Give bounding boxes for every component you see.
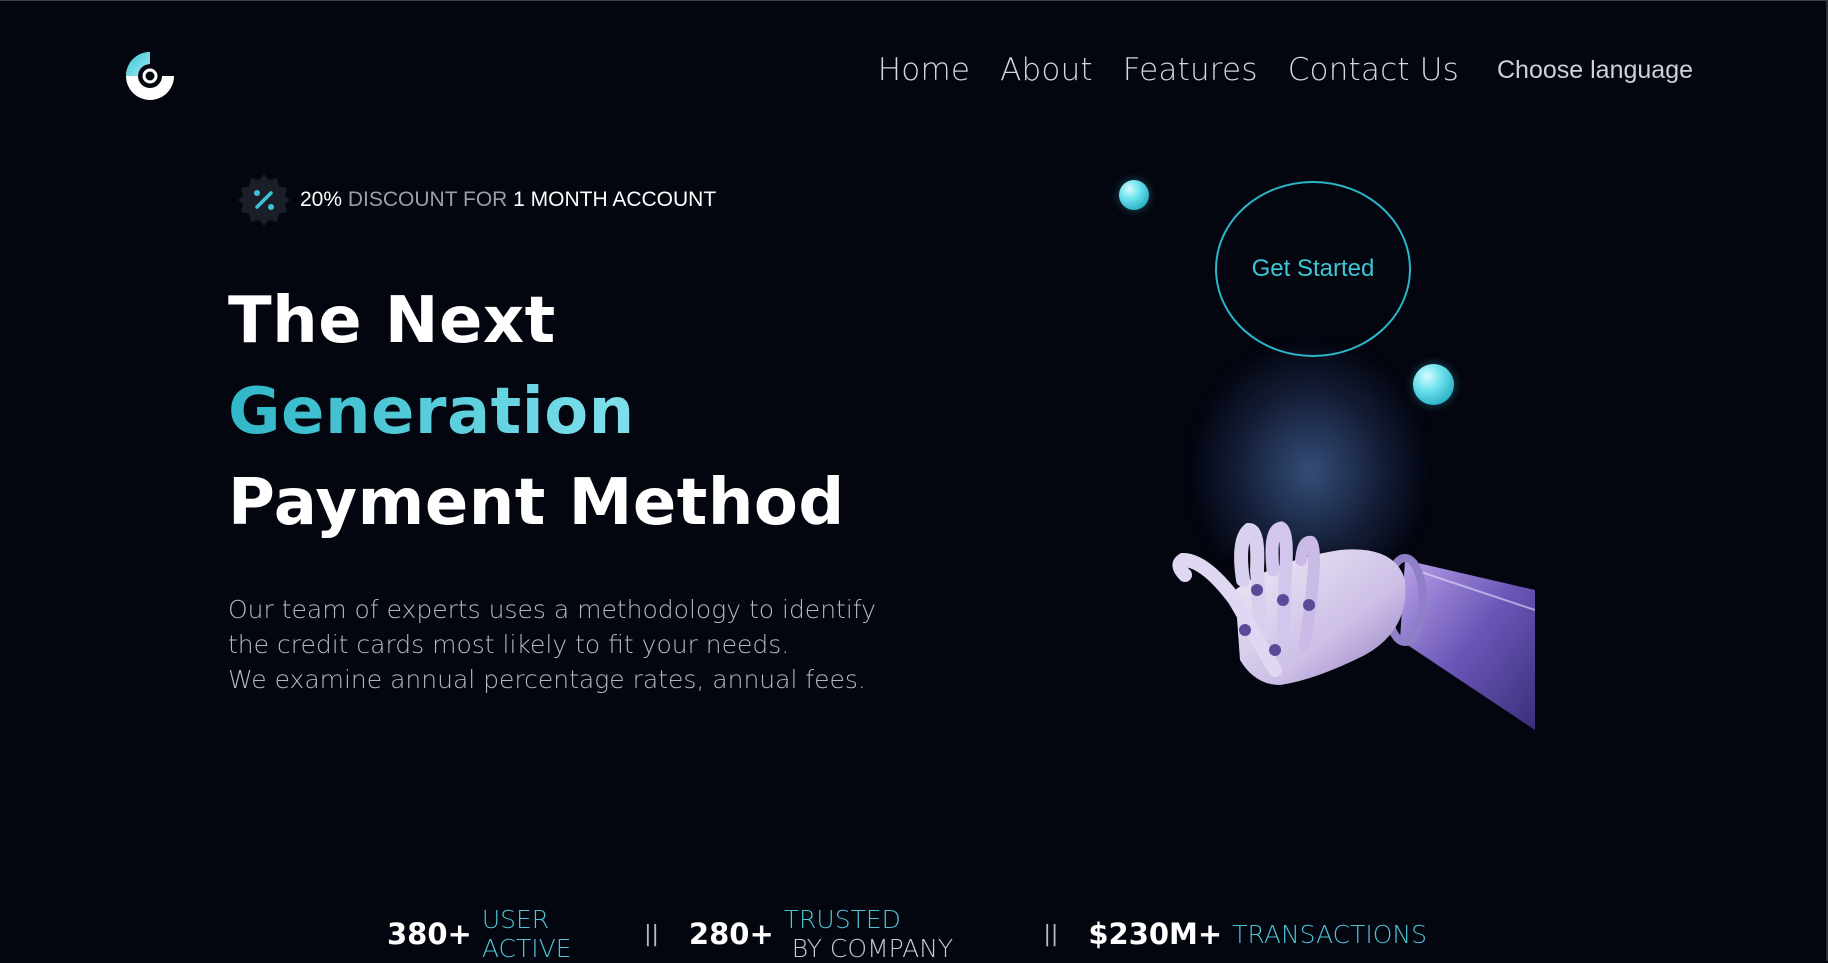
hero-desc-line1: Our team of experts uses a methodology t…	[228, 595, 876, 624]
stat-users-label: USER ACTIVE	[482, 905, 614, 963]
hero-title: The Next Generation Payment Method	[228, 276, 845, 549]
percent-icon	[238, 174, 290, 226]
stats-separator: ||	[644, 921, 659, 947]
nav-home[interactable]: Home	[878, 52, 970, 88]
stat-users-value: 380+	[387, 917, 472, 951]
discount-duration: 1 MONTH ACCOUNT	[513, 188, 717, 211]
robot-hand-image	[1172, 521, 1535, 730]
nav-contact[interactable]: Contact Us	[1288, 52, 1459, 88]
floating-orb	[1119, 180, 1149, 210]
stat-transactions-label: TRANSACTIONS	[1232, 920, 1427, 949]
discount-text: DISCOUNT FOR	[342, 188, 514, 211]
stat-companies-label-text: TRUSTED	[783, 905, 901, 934]
floating-orb	[1413, 364, 1454, 405]
discount-percent: 20%	[300, 188, 343, 211]
stats-bar: 380+ USER ACTIVE || 280+ TRUSTED BY COMP…	[387, 905, 1427, 963]
logo-icon[interactable]	[124, 50, 176, 102]
hero-desc-line3: We examine annual percentage rates, annu…	[228, 665, 866, 694]
stat-users-label-text: USER ACTIVE	[481, 905, 572, 963]
get-started-button[interactable]: Get Started	[1215, 181, 1411, 357]
hero-desc-line2: the credit cards most likely to fit your…	[228, 630, 790, 659]
stat-companies-value: 280+	[688, 917, 774, 951]
stats-separator: ||	[1043, 921, 1059, 947]
hero-title-line3: Payment Method	[228, 466, 845, 540]
stat-companies-label-tail: BY COMPANY	[783, 934, 954, 963]
hero-title-line1: The Next	[228, 284, 556, 358]
hero-title-line2: Generation	[228, 367, 845, 458]
nav-features[interactable]: Features	[1123, 52, 1258, 88]
stat-transactions-label-text: TRANSACTIONS	[1232, 919, 1427, 949]
hero-description: Our team of experts uses a methodology t…	[228, 592, 876, 697]
main-nav: Home About Features Contact Us Choose la…	[848, 52, 1693, 88]
discount-badge: 20% DISCOUNT FOR 1 MONTH ACCOUNT	[236, 172, 716, 228]
nav-about[interactable]: About	[1000, 52, 1093, 88]
stat-companies-label: TRUSTED BY COMPANY	[784, 905, 1014, 963]
language-selector[interactable]: Choose language	[1497, 56, 1693, 85]
top-border	[0, 0, 1828, 1]
stat-transactions-value: $230M+	[1088, 917, 1223, 951]
